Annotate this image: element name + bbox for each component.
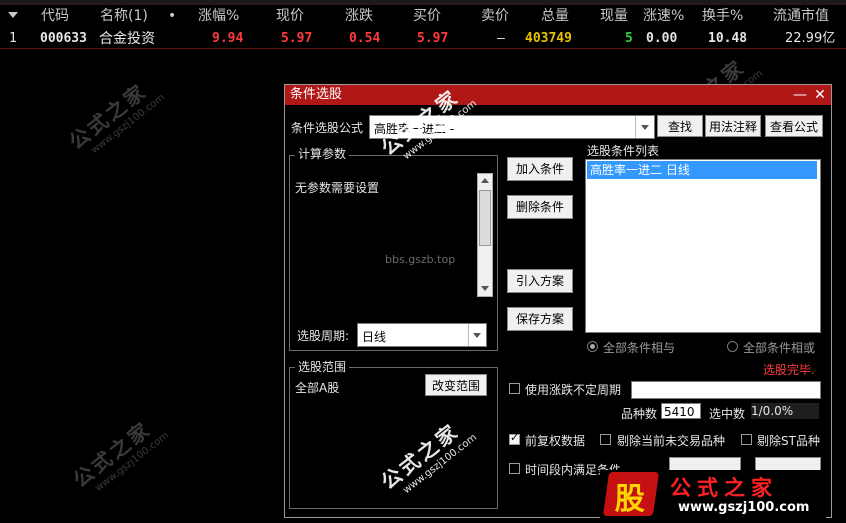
formula-dropdown-button[interactable] bbox=[635, 116, 654, 138]
status-text: 选股完毕. bbox=[763, 363, 815, 377]
uncertain-period-checkbox[interactable] bbox=[509, 383, 520, 394]
add-condition-button[interactable]: 加入条件 bbox=[507, 157, 573, 181]
dialog-title: 条件选股 bbox=[290, 87, 343, 102]
header-pct-change[interactable]: 涨幅% bbox=[198, 6, 239, 26]
period-condition-checkbox[interactable] bbox=[509, 463, 520, 474]
remove-untraded-checkbox[interactable] bbox=[600, 434, 611, 445]
find-button[interactable]: 查找 bbox=[657, 115, 703, 137]
chevron-down-icon bbox=[473, 333, 481, 338]
forum-watermark: bbs.gszb.top bbox=[385, 253, 456, 266]
range-value: 全部A股 bbox=[295, 381, 340, 395]
remove-st-checkbox[interactable] bbox=[741, 434, 752, 445]
logo-url: www.gszj100.com bbox=[678, 500, 810, 515]
formula-label: 条件选股公式 bbox=[291, 121, 364, 135]
watermark: 公式之家 www.gszj100.com bbox=[62, 69, 167, 163]
uncertain-period-label: 使用涨跌不定周期 bbox=[525, 383, 622, 397]
logo-name: 公式之家 bbox=[670, 475, 778, 500]
cell-code[interactable]: 000633 bbox=[40, 29, 87, 49]
header-turnover[interactable]: 换手% bbox=[702, 6, 743, 26]
condition-select-dialog: 条件选股 — ✕ 条件选股公式 高胜率一进二 - 查找 用法注释 查看公式 计算… bbox=[284, 84, 832, 518]
header-last-vol[interactable]: 现量 bbox=[600, 6, 628, 26]
grid-top-strip bbox=[0, 0, 846, 5]
params-scrollbar[interactable] bbox=[477, 173, 493, 297]
cell-volume: 403749 bbox=[525, 31, 572, 46]
header-price[interactable]: 现价 bbox=[276, 6, 304, 26]
forward-rights-checkbox[interactable] bbox=[509, 431, 520, 445]
header-volume[interactable]: 总量 bbox=[541, 6, 569, 26]
close-icon[interactable]: ✕ bbox=[811, 86, 829, 104]
cell-bid: 5.97 bbox=[417, 31, 449, 46]
chevron-down-icon bbox=[641, 125, 649, 130]
scroll-down-icon[interactable] bbox=[481, 286, 489, 291]
change-range-button[interactable]: 改变范围 bbox=[425, 374, 487, 396]
watermark: 公式之家 www.gszj100.com bbox=[66, 407, 171, 501]
period-select[interactable]: 日线 bbox=[357, 323, 487, 347]
sort-menu-icon[interactable] bbox=[8, 12, 18, 18]
radio-or-label: 全部条件相或 bbox=[743, 341, 816, 355]
condition-list-label: 选股条件列表 bbox=[587, 144, 660, 158]
scroll-thumb[interactable] bbox=[479, 190, 491, 246]
uncertain-period-input[interactable] bbox=[631, 381, 821, 399]
cell-price: 5.97 bbox=[281, 31, 313, 46]
params-group-title: 计算参数 bbox=[295, 147, 350, 161]
header-ask[interactable]: 卖价 bbox=[481, 6, 509, 26]
view-formula-button[interactable]: 查看公式 bbox=[765, 115, 823, 137]
period-value: 日线 bbox=[362, 330, 387, 344]
dialog-title-bar[interactable]: 条件选股 — ✕ bbox=[285, 85, 831, 105]
forward-rights-label: 前复权数据 bbox=[525, 434, 586, 448]
radio-or[interactable] bbox=[727, 341, 738, 352]
remove-st-label: 剔除ST品种 bbox=[757, 434, 820, 448]
radio-and[interactable] bbox=[587, 341, 598, 352]
selected-label: 选中数 bbox=[709, 407, 746, 421]
header-dot: • bbox=[168, 8, 177, 24]
row-index: 1 bbox=[9, 31, 17, 46]
logo-badge-text: 股 bbox=[614, 482, 645, 517]
condition-list[interactable]: 高胜率一进二 日线 bbox=[585, 159, 821, 333]
header-name[interactable]: 名称(1) bbox=[100, 6, 148, 26]
scroll-up-icon[interactable] bbox=[481, 178, 489, 183]
header-bid[interactable]: 买价 bbox=[413, 6, 441, 26]
delete-condition-button[interactable]: 删除条件 bbox=[507, 195, 573, 219]
cell-change: 0.54 bbox=[349, 31, 381, 46]
logo-badge: 股 bbox=[602, 472, 660, 517]
import-plan-button[interactable]: 引入方案 bbox=[507, 269, 573, 293]
cell-pct-change: 9.94 bbox=[212, 31, 244, 46]
remove-untraded-label: 剔除当前未交易品种 bbox=[617, 434, 726, 448]
header-change[interactable]: 涨跌 bbox=[345, 6, 373, 26]
site-logo: 股 公式之家 www.gszj100.com bbox=[600, 470, 826, 520]
row-divider bbox=[0, 48, 846, 49]
cell-name[interactable]: 合金投资 bbox=[99, 29, 155, 49]
cell-last-vol: 5 bbox=[625, 31, 633, 46]
cell-ask: – bbox=[497, 31, 505, 46]
period-label: 选股周期: bbox=[297, 329, 350, 343]
count-value: 5410 bbox=[661, 403, 701, 419]
selected-value: 1/0.0% bbox=[751, 403, 819, 419]
range-group-title: 选股范围 bbox=[295, 360, 350, 374]
period-dropdown-button[interactable] bbox=[468, 324, 486, 346]
count-label: 品种数 bbox=[621, 407, 658, 421]
save-plan-button[interactable]: 保存方案 bbox=[507, 307, 573, 331]
list-item[interactable]: 高胜率一进二 日线 bbox=[587, 161, 817, 179]
minimize-icon[interactable]: — bbox=[791, 86, 809, 104]
header-code[interactable]: 代码 bbox=[41, 6, 69, 26]
cell-speed: 0.00 bbox=[646, 31, 678, 46]
cell-float-mv: 22.99亿 bbox=[785, 31, 836, 46]
header-speed[interactable]: 涨速% bbox=[643, 6, 684, 26]
header-float-mv[interactable]: 流通市值 bbox=[773, 6, 829, 26]
params-text: 无参数需要设置 bbox=[295, 181, 380, 195]
usage-notes-button[interactable]: 用法注释 bbox=[705, 115, 761, 137]
radio-and-label: 全部条件相与 bbox=[603, 341, 676, 355]
